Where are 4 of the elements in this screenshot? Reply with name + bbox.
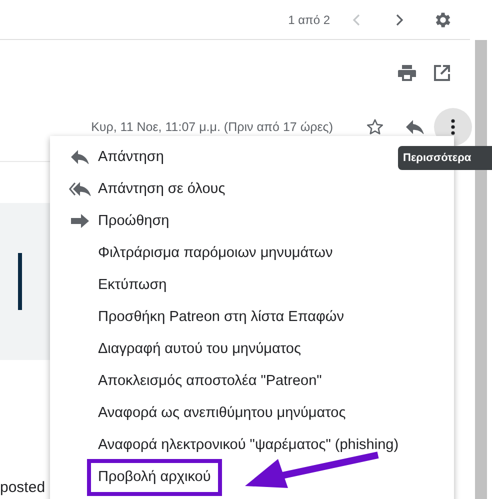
page-counter: 1 από 2 bbox=[288, 12, 330, 26]
message-date: Κυρ, 11 Νοε, 11:07 μ.μ. (Πριν από 17 ώρες) bbox=[91, 120, 333, 134]
tooltip: Περισσότερα bbox=[398, 146, 492, 170]
body-text: posted bbox=[0, 479, 46, 496]
